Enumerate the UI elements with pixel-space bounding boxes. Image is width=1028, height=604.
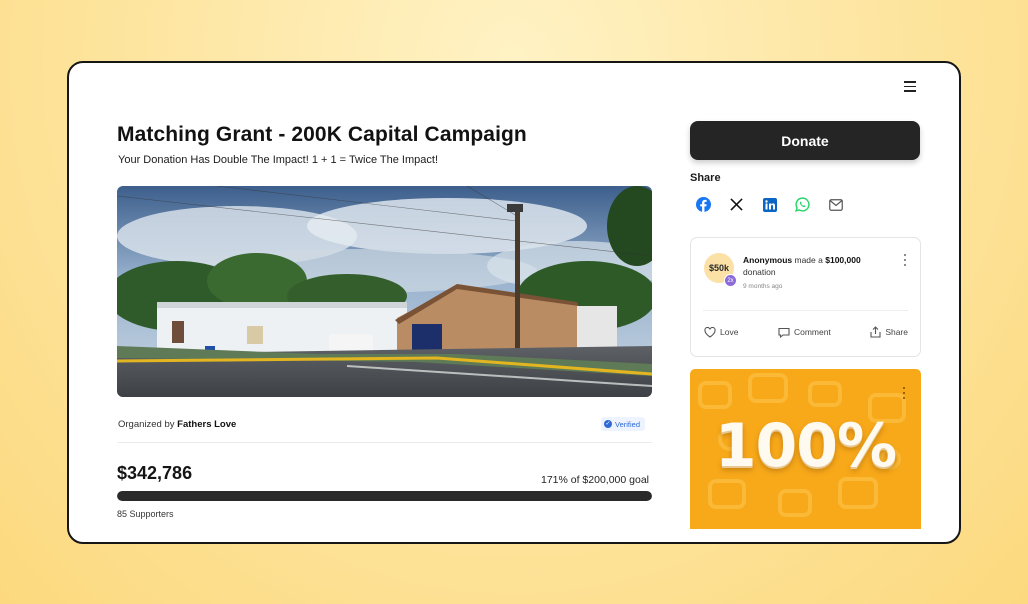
facebook-icon[interactable]: [695, 196, 712, 213]
progress-bar: [117, 491, 652, 501]
donate-button[interactable]: Donate: [690, 121, 920, 160]
donation-activity-card: $50k 2x Anonymous made a $100,000 donati…: [690, 237, 921, 357]
donation-amount: $100,000: [825, 255, 861, 265]
comment-label: Comment: [793, 327, 831, 337]
matching-promo-banner[interactable]: 100%: [690, 369, 921, 529]
share-icon: [870, 326, 881, 338]
love-button[interactable]: Love: [704, 326, 738, 338]
progress-fill: [117, 491, 652, 501]
activity-time: 9 months ago: [743, 283, 783, 290]
promo-more-options-icon[interactable]: [901, 387, 907, 399]
campaign-photo: [117, 186, 652, 397]
divider: [117, 442, 652, 443]
activity-suffix: donation: [743, 267, 776, 277]
multiplier-badge: 2x: [724, 274, 737, 287]
heart-icon: [704, 326, 716, 338]
share-button[interactable]: Share: [870, 326, 908, 338]
page-title: Matching Grant - 200K Capital Campaign: [117, 123, 527, 146]
share-heading: Share: [690, 172, 721, 184]
divider: [703, 310, 908, 311]
more-options-icon[interactable]: [902, 254, 908, 266]
whatsapp-icon[interactable]: [794, 196, 811, 213]
comment-button[interactable]: Comment: [778, 326, 831, 338]
share-icons-row: [695, 196, 844, 213]
promo-percent-text: 100%: [714, 411, 897, 481]
linkedin-icon[interactable]: [761, 196, 778, 213]
page-subtitle: Your Donation Has Double The Impact! 1 +…: [118, 154, 438, 166]
love-label: Love: [720, 327, 739, 337]
share-action-label: Share: [885, 327, 908, 337]
x-icon[interactable]: [728, 196, 745, 213]
goal-text: 171% of $200,000 goal: [540, 474, 649, 486]
supporters-count[interactable]: 85 Supporters: [117, 509, 174, 519]
hamburger-menu-icon[interactable]: [902, 78, 918, 94]
verified-badge: ✓ Verified: [601, 417, 646, 431]
activity-verb: made a: [794, 255, 823, 265]
comment-icon: [778, 327, 790, 338]
donor-name: Anonymous: [743, 255, 793, 265]
amount-raised: $342,786: [117, 463, 193, 483]
organizer-line: Organized by Fathers Love: [118, 419, 236, 430]
activity-actions: Love Comment Share: [704, 326, 908, 338]
organizer-name[interactable]: Fathers Love: [177, 419, 236, 430]
organized-by-label: Organized by: [118, 419, 175, 430]
activity-text: Anonymous made a $100,000 donation: [743, 254, 893, 278]
mail-icon[interactable]: [827, 196, 844, 213]
browser-frame: Matching Grant - 200K Capital Campaign Y…: [67, 61, 961, 544]
verified-label: Verified: [615, 419, 641, 429]
check-icon: ✓: [604, 420, 612, 428]
